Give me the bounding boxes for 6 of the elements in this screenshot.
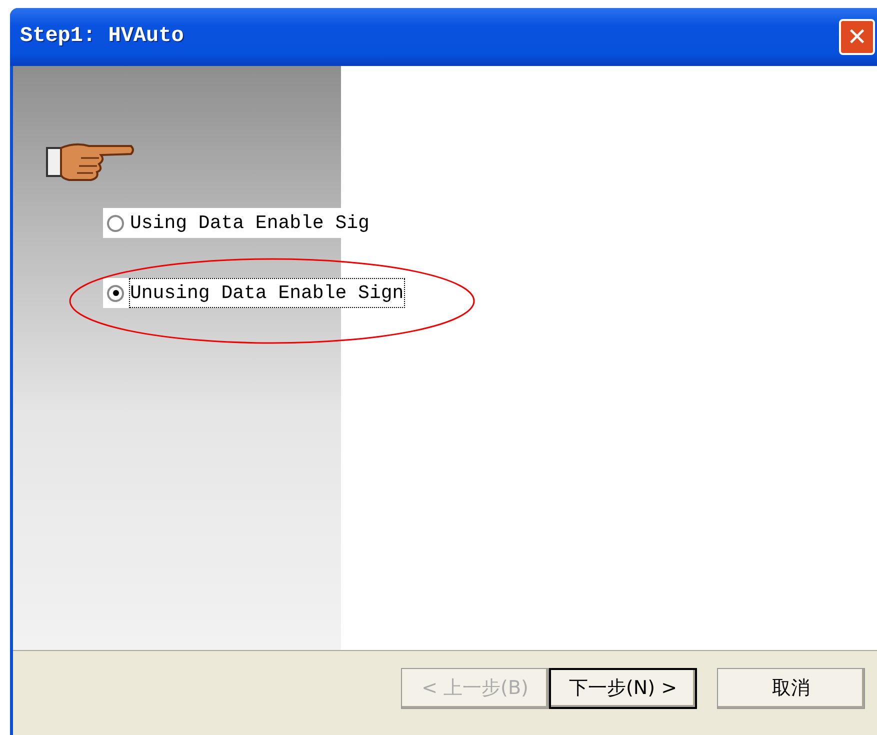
cancel-button[interactable]: 取消: [717, 668, 865, 709]
next-button[interactable]: 下一步(N) >: [549, 668, 697, 709]
window-title: Step1: HVAuto: [20, 24, 184, 50]
close-button[interactable]: ✕: [839, 19, 875, 55]
radio-button[interactable]: [107, 214, 124, 232]
radio-button[interactable]: [107, 284, 124, 302]
